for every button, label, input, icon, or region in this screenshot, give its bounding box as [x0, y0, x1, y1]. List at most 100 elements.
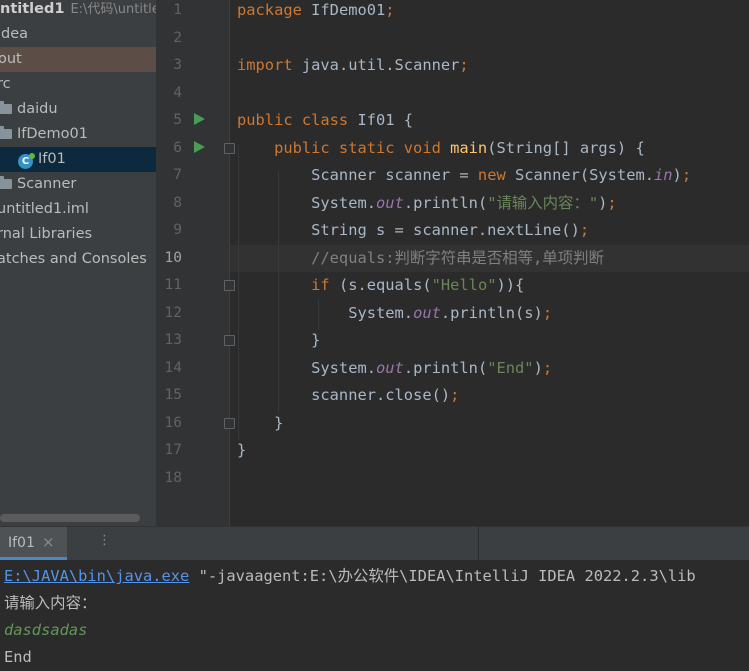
code-token: if [237, 276, 339, 294]
tab-run-if01[interactable]: If01 × [0, 527, 67, 560]
code-token: ; [459, 56, 469, 74]
code-token: } [237, 331, 321, 349]
tree-item-idea[interactable]: idea [0, 22, 156, 47]
project-root-path: E:\代码\untitled [70, 2, 156, 17]
line-number: 2 [173, 29, 182, 46]
code-token: public class [237, 111, 358, 129]
more-options-icon[interactable]: ⋮ [98, 533, 111, 548]
code-token: "Hello" [431, 276, 497, 294]
tree-item-label: If01 [38, 151, 66, 167]
line-number: 18 [164, 469, 182, 486]
line-number: 9 [173, 222, 182, 238]
tree-item-external-libraries[interactable]: rnal Libraries [0, 222, 156, 247]
line-number: 8 [173, 194, 182, 211]
console-output: End [4, 648, 32, 666]
tree-item-project-root[interactable]: ntitled1 E:\代码\untitled [0, 0, 156, 22]
line-number: 7 [173, 167, 182, 183]
code-token: scanner.close() [237, 386, 451, 404]
console-command-args: "-javaagent:E:\办公软件\IDEA\IntelliJ IDEA 2… [189, 567, 696, 585]
toolbar-divider [478, 527, 479, 560]
code-line: String s = scanner.nextLine(); [237, 217, 589, 244]
code-token: )){ [496, 276, 525, 294]
line-number: 4 [173, 84, 182, 101]
code-token: String s = scanner.nextLine() [237, 221, 580, 239]
code-line: } [237, 327, 320, 354]
code-line: System.out.println("请输入内容："); [237, 190, 617, 217]
code-token: out [376, 358, 404, 377]
code-token: Scanner(System. [515, 166, 654, 184]
code-token: If01 { [357, 111, 414, 129]
tree-item-label: rc [0, 76, 11, 92]
code-token: new [477, 166, 515, 184]
tree-item-label: untitled1.iml [0, 201, 89, 217]
tree-item-daidu[interactable]: daidu [0, 97, 156, 122]
line-number: 3 [173, 57, 182, 73]
code-line: System.out.println(s); [237, 300, 552, 327]
fold-marker-icon[interactable] [224, 143, 235, 154]
run-console[interactable]: E:\JAVA\bin\java.exe "-javaagent:E:\办公软件… [0, 560, 749, 668]
tree-item-label: daidu [17, 101, 58, 117]
code-token: in [654, 166, 673, 184]
code-line: package IfDemo01; [237, 0, 395, 24]
line-number: 5 [173, 112, 182, 128]
code-token: ; [450, 386, 460, 404]
tree-item-out[interactable]: out [0, 47, 156, 72]
tree-item-label: IfDemo01 [17, 126, 88, 142]
close-icon[interactable]: × [42, 533, 55, 551]
folder-icon [0, 101, 12, 114]
fold-marker-icon[interactable] [224, 335, 235, 346]
code-token: "End" [487, 358, 534, 377]
tree-item-src[interactable]: rc [0, 72, 156, 97]
code-line: System.out.println("End"); [237, 355, 552, 382]
code-line: public class If01 { [237, 107, 413, 134]
code-token: System. [237, 193, 376, 212]
line-number: 12 [164, 304, 182, 321]
java-exe-link[interactable]: E:\JAVA\bin\java.exe [4, 567, 189, 585]
code-token: } [237, 413, 284, 432]
horizontal-scrollbar[interactable] [0, 514, 140, 522]
code-line: if (s.equals("Hello")){ [237, 272, 524, 299]
code-token: IfDemo01 [311, 1, 386, 19]
code-token: (s.equals( [338, 276, 432, 294]
code-line: scanner.close(); [237, 382, 459, 409]
code-token: out [376, 193, 404, 212]
code-line: Scanner scanner = new Scanner(System.in)… [237, 162, 691, 189]
code-token: out [413, 303, 441, 322]
tree-item-label: out [0, 51, 22, 67]
line-number: 1 [173, 2, 182, 18]
code-token: } [237, 441, 247, 459]
code-token: main [450, 138, 488, 157]
line-number: 16 [164, 414, 182, 431]
tree-item-if01[interactable]: C If01 [0, 147, 156, 172]
code-token: ) [672, 166, 682, 184]
code-token: Scanner scanner = [237, 166, 478, 184]
code-token: //equals:判断字符串是否相等,单项判断 [237, 248, 604, 267]
code-token: .println( [403, 358, 488, 377]
tree-item-ifdemo01[interactable]: IfDemo01 [0, 122, 156, 147]
fold-marker-icon[interactable] [224, 280, 235, 291]
code-token: package [237, 1, 312, 19]
code-line: //equals:判断字符串是否相等,单项判断 [237, 245, 604, 272]
fold-marker-icon[interactable] [224, 418, 235, 429]
line-number: 11 [164, 277, 182, 293]
java-class-icon: C [18, 153, 35, 169]
code-token: public static void [237, 138, 451, 157]
code-line: import java.util.Scanner; [237, 52, 469, 79]
run-main-icon[interactable] [194, 141, 205, 153]
tree-item-scratches[interactable]: atches and Consoles [0, 247, 156, 272]
tree-item-scanner[interactable]: Scanner [0, 172, 156, 197]
code-token: System. [237, 358, 376, 377]
folder-icon [0, 126, 12, 139]
code-token: "请输入内容：" [487, 193, 599, 212]
folder-icon [0, 176, 12, 189]
run-class-icon[interactable] [194, 113, 205, 125]
tree-item-iml[interactable]: untitled1.iml [0, 197, 156, 222]
code-token: .println( [403, 193, 488, 212]
line-number: 17 [164, 442, 182, 458]
console-command-line: E:\JAVA\bin\java.exe "-javaagent:E:\办公软件… [4, 563, 696, 590]
line-number: 13 [164, 332, 182, 348]
code-token: System. [237, 303, 414, 322]
code-token: java.util.Scanner [301, 56, 460, 74]
tree-item-label: atches and Consoles [0, 251, 147, 267]
code-token: ; [607, 193, 617, 212]
